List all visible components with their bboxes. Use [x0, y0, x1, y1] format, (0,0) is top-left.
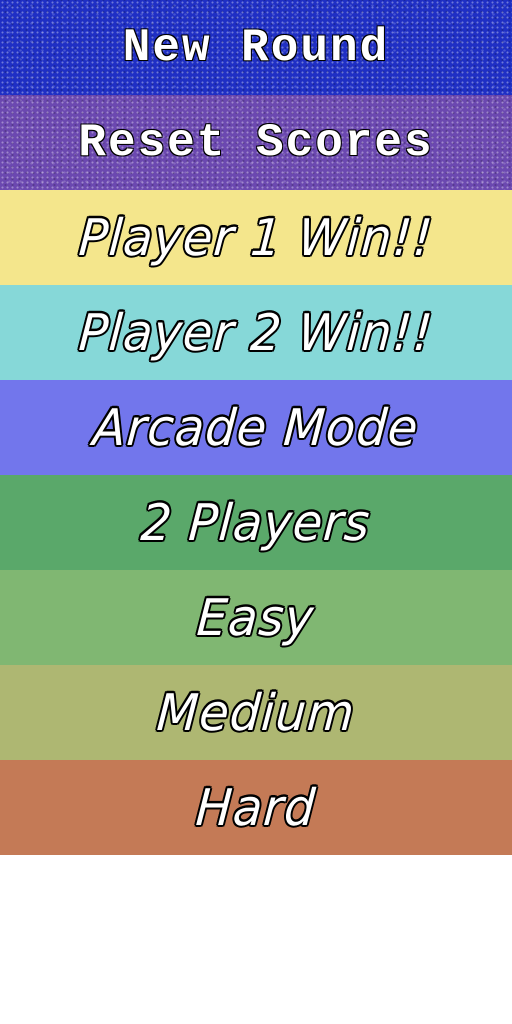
two-players-button[interactable]: 2 Players	[0, 475, 512, 570]
player-2-win-button[interactable]: Player 2 Win!!	[0, 285, 512, 380]
easy-label: Easy	[195, 588, 317, 647]
new-round-label: New Round	[122, 21, 390, 74]
arcade-mode-label: Arcade Mode	[91, 398, 421, 457]
empty-area	[0, 855, 512, 1024]
reset-scores-label: Reset Scores	[78, 116, 434, 169]
player-2-win-label: Player 2 Win!!	[76, 303, 436, 362]
easy-button[interactable]: Easy	[0, 570, 512, 665]
game-menu: New Round Reset Scores Player 1 Win!! Pl…	[0, 0, 512, 855]
player-1-win-button[interactable]: Player 1 Win!!	[0, 190, 512, 285]
player-1-win-label: Player 1 Win!!	[76, 208, 436, 267]
hard-label: Hard	[194, 778, 318, 837]
arcade-mode-button[interactable]: Arcade Mode	[0, 380, 512, 475]
new-round-button[interactable]: New Round	[0, 0, 512, 95]
medium-label: Medium	[154, 683, 358, 742]
hard-button[interactable]: Hard	[0, 760, 512, 855]
reset-scores-button[interactable]: Reset Scores	[0, 95, 512, 190]
two-players-label: 2 Players	[139, 493, 373, 552]
medium-button[interactable]: Medium	[0, 665, 512, 760]
